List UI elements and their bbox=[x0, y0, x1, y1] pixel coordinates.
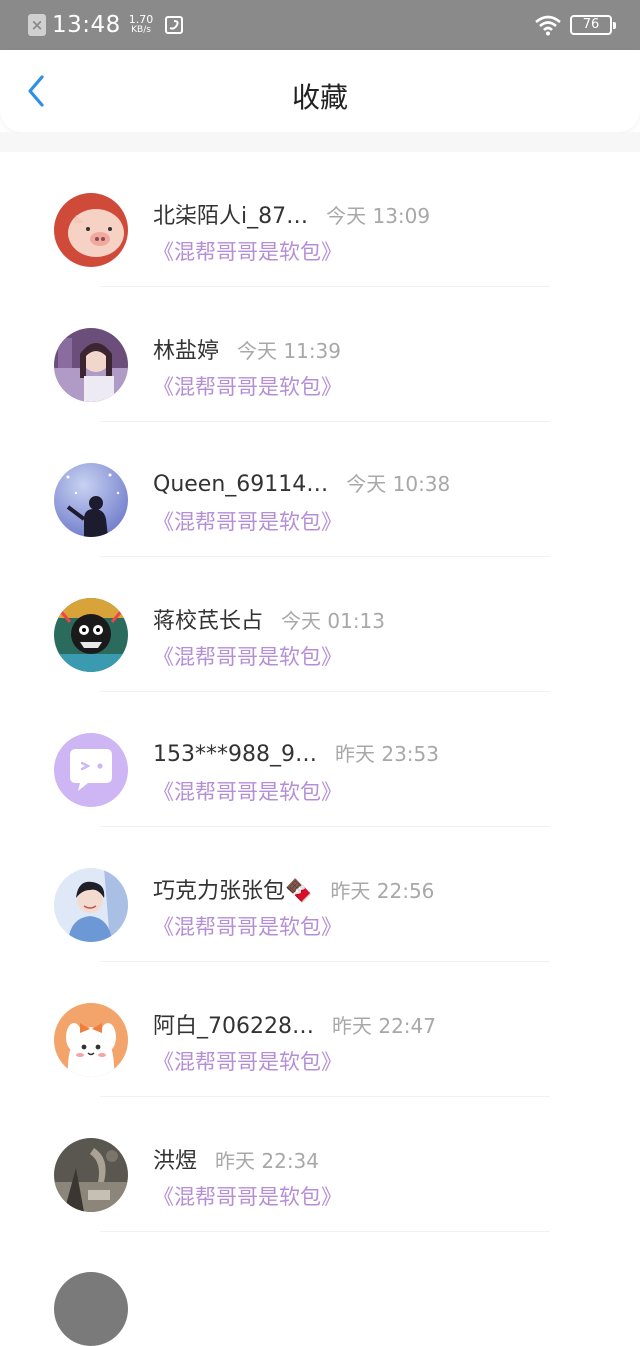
avatar[interactable] bbox=[54, 598, 128, 672]
user-name[interactable]: 蒋校芪长占 bbox=[153, 603, 263, 635]
nav-bar: 收藏 bbox=[0, 50, 640, 132]
book-title-link[interactable]: 《混帮哥哥是软包》 bbox=[153, 236, 342, 266]
app-notification-icon bbox=[165, 16, 184, 34]
page-title: 收藏 bbox=[291, 81, 348, 114]
timestamp: 昨天 22:34 bbox=[215, 1149, 320, 1173]
avatar[interactable] bbox=[54, 1138, 128, 1212]
status-bar: × 13:48 1.70 KB/s 76 bbox=[0, 0, 640, 50]
list-item[interactable]: 阿白_706228… 昨天 22:47 《混帮哥哥是软包》 bbox=[0, 962, 640, 1097]
book-title-link[interactable]: 《混帮哥哥是软包》 bbox=[153, 1046, 342, 1076]
user-name[interactable]: 林盐婷 bbox=[153, 333, 219, 365]
network-speed-value: 1.70 bbox=[128, 13, 154, 26]
avatar[interactable] bbox=[54, 733, 128, 807]
list-item[interactable]: Queen_69114… 今天 10:38 《混帮哥哥是软包》 bbox=[0, 422, 640, 557]
avatar[interactable] bbox=[54, 193, 128, 267]
favorites-list: 北柒陌人i_87… 今天 13:09 《混帮哥哥是软包》 林盐婷 今天 11:3… bbox=[0, 152, 640, 1232]
user-name[interactable]: 阿白_706228… bbox=[153, 1008, 314, 1040]
list-item[interactable]: 153***988_9… 昨天 23:53 《混帮哥哥是软包》 bbox=[0, 692, 640, 827]
book-title-link[interactable]: 《混帮哥哥是软包》 bbox=[153, 641, 342, 671]
list-item[interactable]: 巧克力张张包🍫 昨天 22:56 《混帮哥哥是软包》 bbox=[0, 827, 640, 962]
user-name[interactable]: 153***988_9… bbox=[153, 742, 317, 767]
list-item[interactable]: 林盐婷 今天 11:39 《混帮哥哥是软包》 bbox=[0, 287, 640, 422]
timestamp: 昨天 22:56 bbox=[330, 879, 435, 903]
status-time: 13:48 bbox=[52, 12, 121, 38]
book-title-link[interactable]: 《混帮哥哥是软包》 bbox=[153, 1181, 342, 1211]
network-speed-unit: KB/s bbox=[131, 25, 151, 35]
battery-indicator: 76 bbox=[570, 15, 616, 35]
divider bbox=[100, 1231, 550, 1232]
book-title-link[interactable]: 《混帮哥哥是软包》 bbox=[153, 371, 342, 401]
network-speed: 1.70 KB/s bbox=[128, 13, 154, 35]
avatar[interactable] bbox=[54, 328, 128, 402]
timestamp: 今天 01:13 bbox=[281, 609, 386, 633]
avatar[interactable] bbox=[54, 1003, 128, 1077]
timestamp: 今天 13:09 bbox=[326, 204, 431, 228]
book-title-link[interactable]: 《混帮哥哥是软包》 bbox=[153, 911, 342, 941]
avatar[interactable] bbox=[54, 868, 128, 942]
book-title-link[interactable]: 《混帮哥哥是软包》 bbox=[153, 506, 342, 536]
list-item[interactable]: 洪煜 昨天 22:34 《混帮哥哥是软包》 bbox=[0, 1097, 640, 1232]
timestamp: 今天 10:38 bbox=[346, 472, 451, 496]
timestamp: 昨天 22:47 bbox=[331, 1014, 436, 1038]
list-item[interactable]: 蒋校芪长占 今天 01:13 《混帮哥哥是软包》 bbox=[0, 557, 640, 692]
wifi-icon bbox=[535, 15, 561, 36]
user-name[interactable]: 巧克力张张包🍫 bbox=[153, 873, 312, 905]
timestamp: 昨天 23:53 bbox=[334, 742, 439, 766]
list-item[interactable]: 北柒陌人i_87… 今天 13:09 《混帮哥哥是软包》 bbox=[0, 152, 640, 287]
avatar[interactable] bbox=[54, 463, 128, 537]
section-gap bbox=[0, 132, 640, 152]
user-name[interactable]: Queen_69114… bbox=[153, 472, 328, 497]
book-title-link[interactable]: 《混帮哥哥是软包》 bbox=[153, 776, 342, 806]
avatar[interactable] bbox=[54, 1272, 128, 1346]
notification-close-icon: × bbox=[28, 14, 46, 36]
user-name[interactable]: 洪煜 bbox=[153, 1143, 197, 1175]
user-name[interactable]: 北柒陌人i_87… bbox=[153, 198, 308, 230]
timestamp: 今天 11:39 bbox=[237, 339, 342, 363]
